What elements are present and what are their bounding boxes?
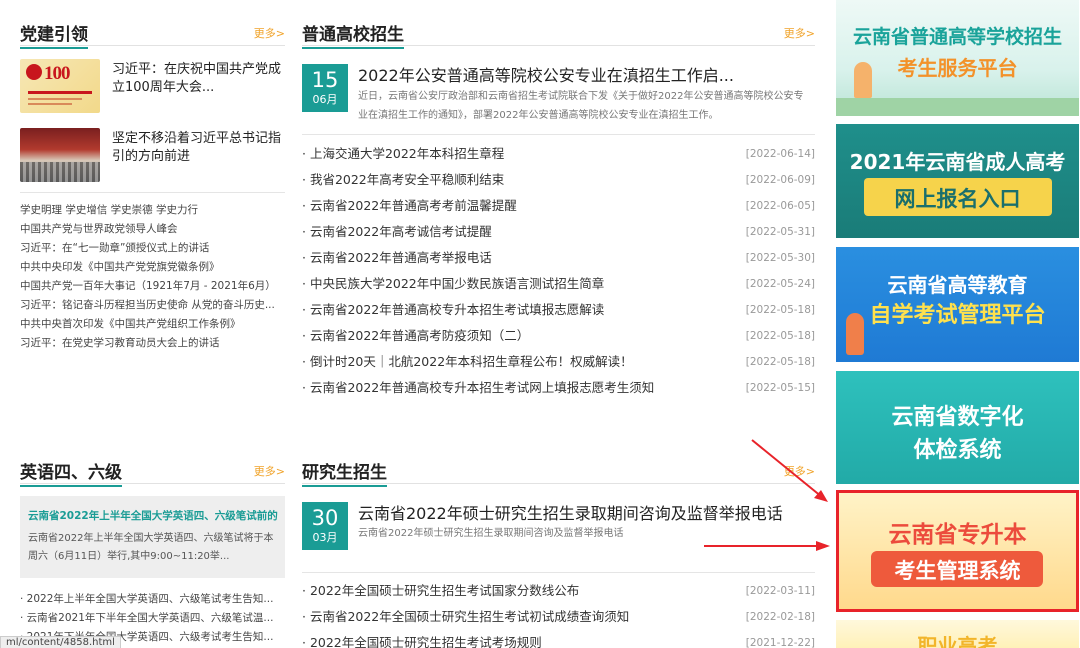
arrow-icon [704,439,830,551]
annotation-arrows [704,439,830,551]
status-bar-url: ml/content/4858.html [0,636,121,648]
